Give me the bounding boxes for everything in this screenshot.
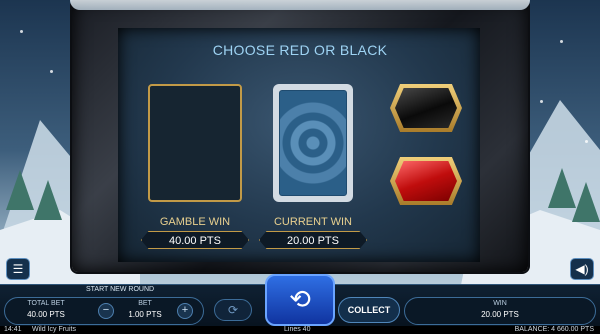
card-back-pattern <box>279 90 347 196</box>
balance: BALANCE: 4 660.00 PTS <box>514 326 594 333</box>
collect-button[interactable]: COLLECT <box>338 297 400 323</box>
clock: 14:41 <box>4 326 22 333</box>
current-win-value: 20.00 PTS <box>259 231 367 249</box>
start-new-round-label: START NEW ROUND <box>86 286 155 293</box>
plus-icon: + <box>181 304 189 316</box>
bet-label: BET <box>138 300 152 307</box>
snowflake <box>540 100 543 103</box>
card-back <box>273 84 353 202</box>
total-bet-value: 40.00 PTS <box>27 310 65 319</box>
snowflake <box>585 140 588 143</box>
pine-tree <box>572 182 600 222</box>
lines-count: Lines 40 <box>284 326 311 333</box>
bet-value: 1.00 PTS <box>128 310 162 319</box>
red-gem-icon <box>395 161 457 201</box>
spin-button[interactable]: ⟲ <box>265 274 335 326</box>
choose-black-button[interactable] <box>390 84 462 132</box>
choose-red-button[interactable] <box>390 157 462 205</box>
snowflake <box>50 70 53 73</box>
black-gem-icon <box>395 88 457 128</box>
gamble-title: CHOOSE RED OR BLACK <box>212 42 388 58</box>
current-win-label: CURRENT WIN <box>273 216 352 228</box>
game-scene: CHOOSE RED OR BLACK GAMBLE WIN 40.00 PTS… <box>0 0 600 334</box>
bet-decrease-button[interactable]: − <box>98 303 114 319</box>
spin-icon: ⟲ <box>289 284 311 314</box>
frame-snow <box>70 0 530 10</box>
win-label: WIN <box>493 300 507 307</box>
sound-button[interactable]: ◀) <box>570 258 594 280</box>
gamble-win-label: GAMBLE WIN <box>159 216 231 228</box>
total-bet-label: TOTAL BET <box>27 300 65 307</box>
status-strip: 14:41 Wild Icy Fruits Lines 40 BALANCE: … <box>0 326 600 334</box>
snowflake <box>20 30 23 33</box>
menu-button[interactable]: ☰ <box>6 258 30 280</box>
minus-icon: − <box>102 304 110 316</box>
menu-icon: ☰ <box>12 262 24 276</box>
pine-tree <box>34 180 62 220</box>
sound-icon: ◀) <box>575 262 589 276</box>
autoplay-icon: ⟳ <box>227 303 239 317</box>
autoplay-button[interactable]: ⟳ <box>214 299 252 321</box>
win-value: 20.00 PTS <box>481 310 519 319</box>
game-name: Wild Icy Fruits <box>32 326 76 333</box>
revealed-card-slot <box>148 84 242 202</box>
bet-increase-button[interactable]: + <box>177 303 193 319</box>
pine-tree <box>6 170 34 210</box>
gamble-win-value: 40.00 PTS <box>141 231 249 249</box>
